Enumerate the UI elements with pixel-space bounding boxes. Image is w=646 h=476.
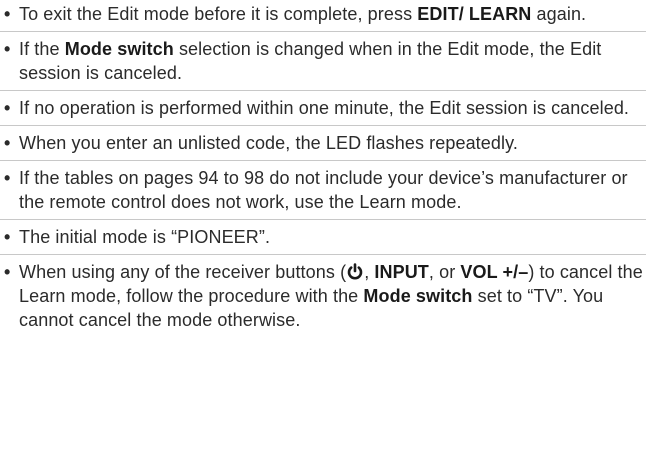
emphasis-text: EDIT/ LEARN xyxy=(417,4,532,24)
bullet-icon: • xyxy=(4,39,11,59)
body-text: , or xyxy=(428,262,461,282)
bullet-icon: • xyxy=(4,227,11,247)
bullet-icon: • xyxy=(4,4,11,24)
body-text: If no operation is performed within one … xyxy=(19,98,630,118)
note-item: • To exit the Edit mode before it is comp… xyxy=(0,0,646,31)
body-text: When using any of the receiver buttons ( xyxy=(19,262,347,282)
emphasis-text: Mode switch xyxy=(64,39,174,59)
body-text: , xyxy=(364,262,375,282)
note-item: • If the tables on pages 94 to 98 do not … xyxy=(0,160,646,219)
note-item: • When you enter an unlisted code, the LE… xyxy=(0,125,646,160)
note-item: • If the Mode switch selection is changed… xyxy=(0,31,646,90)
body-text: The initial mode is “PIONEER”. xyxy=(19,227,271,247)
bullet-icon: • xyxy=(4,98,11,118)
body-text: When you enter an unlisted code, the LED… xyxy=(19,133,518,153)
note-item: • The initial mode is “PIONEER”. xyxy=(0,219,646,254)
bullet-icon: • xyxy=(4,168,11,188)
note-item: • If no operation is performed within one… xyxy=(0,90,646,125)
body-text: To exit the Edit mode before it is compl… xyxy=(19,4,418,24)
body-text: If the xyxy=(19,39,65,59)
note-item: • When using any of the receiver buttons … xyxy=(0,254,646,337)
body-text: again. xyxy=(531,4,587,24)
bullet-icon: • xyxy=(4,133,11,153)
emphasis-text: VOL +/– xyxy=(460,262,529,282)
emphasis-text: INPUT xyxy=(374,262,429,282)
body-text: If the tables on pages 94 to 98 do not i… xyxy=(19,168,628,212)
bullet-icon: • xyxy=(4,262,11,282)
emphasis-text: Mode switch xyxy=(363,286,473,306)
power-icon xyxy=(347,263,363,280)
notes-list: • To exit the Edit mode before it is comp… xyxy=(0,0,646,337)
